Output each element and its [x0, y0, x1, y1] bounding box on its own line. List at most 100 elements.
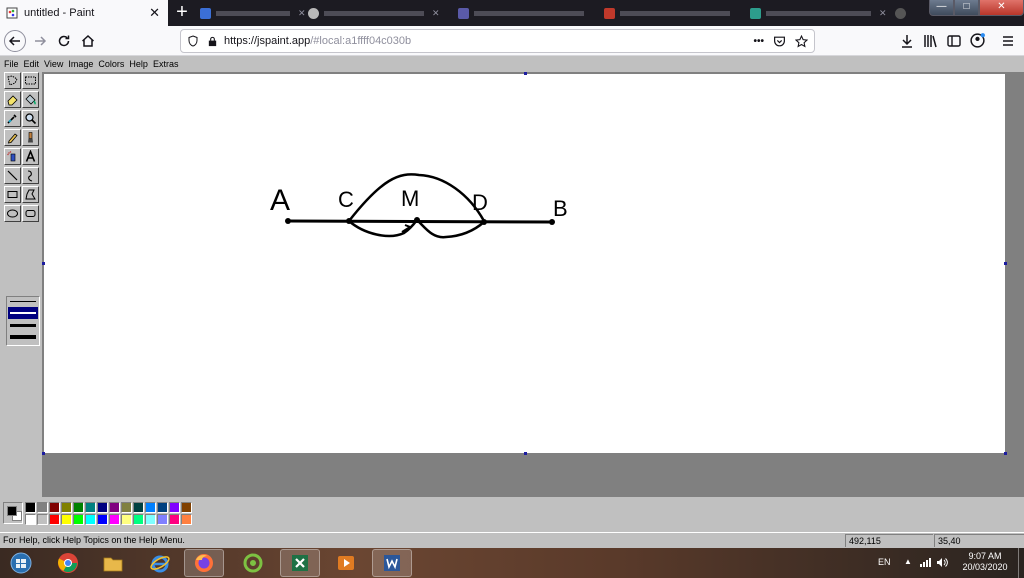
reload-button[interactable]: [53, 30, 75, 52]
palette-swatch[interactable]: [157, 514, 168, 525]
menu-help[interactable]: Help: [129, 57, 148, 72]
background-tab[interactable]: ✕: [750, 4, 887, 22]
palette-swatch[interactable]: [133, 502, 144, 513]
airbrush-tool[interactable]: [4, 148, 21, 165]
sidebar-icon[interactable]: [946, 33, 962, 49]
palette-swatch[interactable]: [73, 502, 84, 513]
text-tool[interactable]: [22, 148, 39, 165]
line-width-3[interactable]: [10, 324, 36, 327]
palette-swatch[interactable]: [121, 502, 132, 513]
menu-image[interactable]: Image: [68, 57, 93, 72]
brush-tool[interactable]: [22, 129, 39, 146]
pencil-tool[interactable]: [4, 129, 21, 146]
palette-swatch[interactable]: [97, 502, 108, 513]
polygon-tool[interactable]: [22, 186, 39, 203]
address-bar[interactable]: https://jspaint.app/#local:a1ffff04c030b…: [180, 29, 815, 53]
page-actions-menu-icon[interactable]: •••: [753, 36, 764, 47]
taskbar-internet-explorer[interactable]: [140, 549, 180, 577]
palette-swatch[interactable]: [25, 514, 36, 525]
line-width-4[interactable]: [10, 335, 36, 339]
resize-handle-corner[interactable]: [1004, 452, 1007, 455]
palette-swatch[interactable]: [49, 514, 60, 525]
rounded-rectangle-tool[interactable]: [22, 205, 39, 222]
palette-swatch[interactable]: [97, 514, 108, 525]
taskbar-green-app[interactable]: [233, 549, 273, 577]
pocket-icon[interactable]: [773, 35, 786, 48]
bookmark-star-icon[interactable]: [795, 34, 808, 48]
current-colors[interactable]: [3, 502, 23, 524]
palette-swatch[interactable]: [25, 502, 36, 513]
palette-swatch[interactable]: [73, 514, 84, 525]
menu-extras[interactable]: Extras: [153, 57, 179, 72]
new-tab-button[interactable]: +: [171, 1, 193, 25]
minimize-button[interactable]: —: [929, 0, 954, 16]
maximize-button[interactable]: □: [954, 0, 979, 16]
hamburger-menu-icon[interactable]: [1000, 33, 1016, 49]
downloads-icon[interactable]: [899, 33, 915, 49]
background-tab[interactable]: [895, 4, 911, 22]
volume-icon[interactable]: [936, 557, 948, 568]
palette-swatch[interactable]: [121, 514, 132, 525]
language-indicator[interactable]: EN: [878, 557, 891, 567]
palette-swatch[interactable]: [37, 502, 48, 513]
resize-handle-right[interactable]: [1004, 262, 1007, 265]
select-tool[interactable]: [22, 72, 39, 89]
palette-swatch[interactable]: [85, 502, 96, 513]
palette-swatch[interactable]: [169, 502, 180, 513]
line-width-1[interactable]: [10, 301, 36, 302]
resize-handle-bottom[interactable]: [524, 452, 527, 455]
palette-swatch[interactable]: [85, 514, 96, 525]
palette-swatch[interactable]: [61, 502, 72, 513]
palette-swatch[interactable]: [133, 514, 144, 525]
drawing-canvas[interactable]: A C M D B: [44, 74, 1005, 453]
tab-close-icon[interactable]: ✕: [879, 8, 887, 19]
palette-swatch[interactable]: [61, 514, 72, 525]
taskbar-file-explorer[interactable]: [93, 549, 133, 577]
tracking-shield-icon[interactable]: [187, 35, 199, 47]
taskbar-word[interactable]: [372, 549, 412, 577]
show-hidden-icons-icon[interactable]: ▲: [904, 557, 912, 566]
background-tab[interactable]: [458, 4, 584, 22]
free-form-select-tool[interactable]: [4, 72, 21, 89]
tab-close-icon[interactable]: ✕: [149, 5, 160, 21]
tab-untitled-paint[interactable]: untitled - Paint ✕: [0, 0, 168, 26]
taskbar-media-player[interactable]: [326, 549, 366, 577]
forward-button[interactable]: [29, 30, 51, 52]
eraser-tool[interactable]: [4, 91, 21, 108]
menu-view[interactable]: View: [44, 57, 63, 72]
palette-swatch[interactable]: [37, 514, 48, 525]
pick-color-tool[interactable]: [4, 110, 21, 127]
clock[interactable]: 9:07 AM 20/03/2020: [954, 551, 1016, 573]
back-button[interactable]: [4, 30, 26, 52]
palette-swatch[interactable]: [145, 502, 156, 513]
ellipse-tool[interactable]: [4, 205, 21, 222]
account-icon[interactable]: [969, 32, 986, 49]
curve-tool[interactable]: [22, 167, 39, 184]
magnifier-tool[interactable]: [22, 110, 39, 127]
show-desktop-button[interactable]: [1018, 548, 1024, 578]
close-window-button[interactable]: ✕: [979, 0, 1024, 16]
rectangle-tool[interactable]: [4, 186, 21, 203]
menu-colors[interactable]: Colors: [98, 57, 124, 72]
background-tab[interactable]: ✕: [308, 4, 440, 22]
palette-swatch[interactable]: [181, 502, 192, 513]
start-button[interactable]: [2, 549, 40, 577]
tab-close-icon[interactable]: ✕: [298, 8, 306, 19]
line-tool[interactable]: [4, 167, 21, 184]
fill-tool[interactable]: [22, 91, 39, 108]
background-tab[interactable]: [604, 4, 730, 22]
palette-swatch[interactable]: [109, 514, 120, 525]
tab-close-icon[interactable]: ✕: [432, 8, 440, 19]
palette-swatch[interactable]: [145, 514, 156, 525]
lock-icon[interactable]: [207, 36, 218, 47]
palette-swatch[interactable]: [181, 514, 192, 525]
palette-swatch[interactable]: [49, 502, 60, 513]
menu-file[interactable]: File: [4, 57, 19, 72]
library-icon[interactable]: [922, 33, 938, 49]
line-width-2[interactable]: [10, 312, 36, 314]
home-button[interactable]: [77, 30, 99, 52]
taskbar-excel[interactable]: [280, 549, 320, 577]
taskbar-chrome[interactable]: [48, 549, 88, 577]
network-signal-icon[interactable]: [920, 557, 932, 567]
palette-swatch[interactable]: [109, 502, 120, 513]
